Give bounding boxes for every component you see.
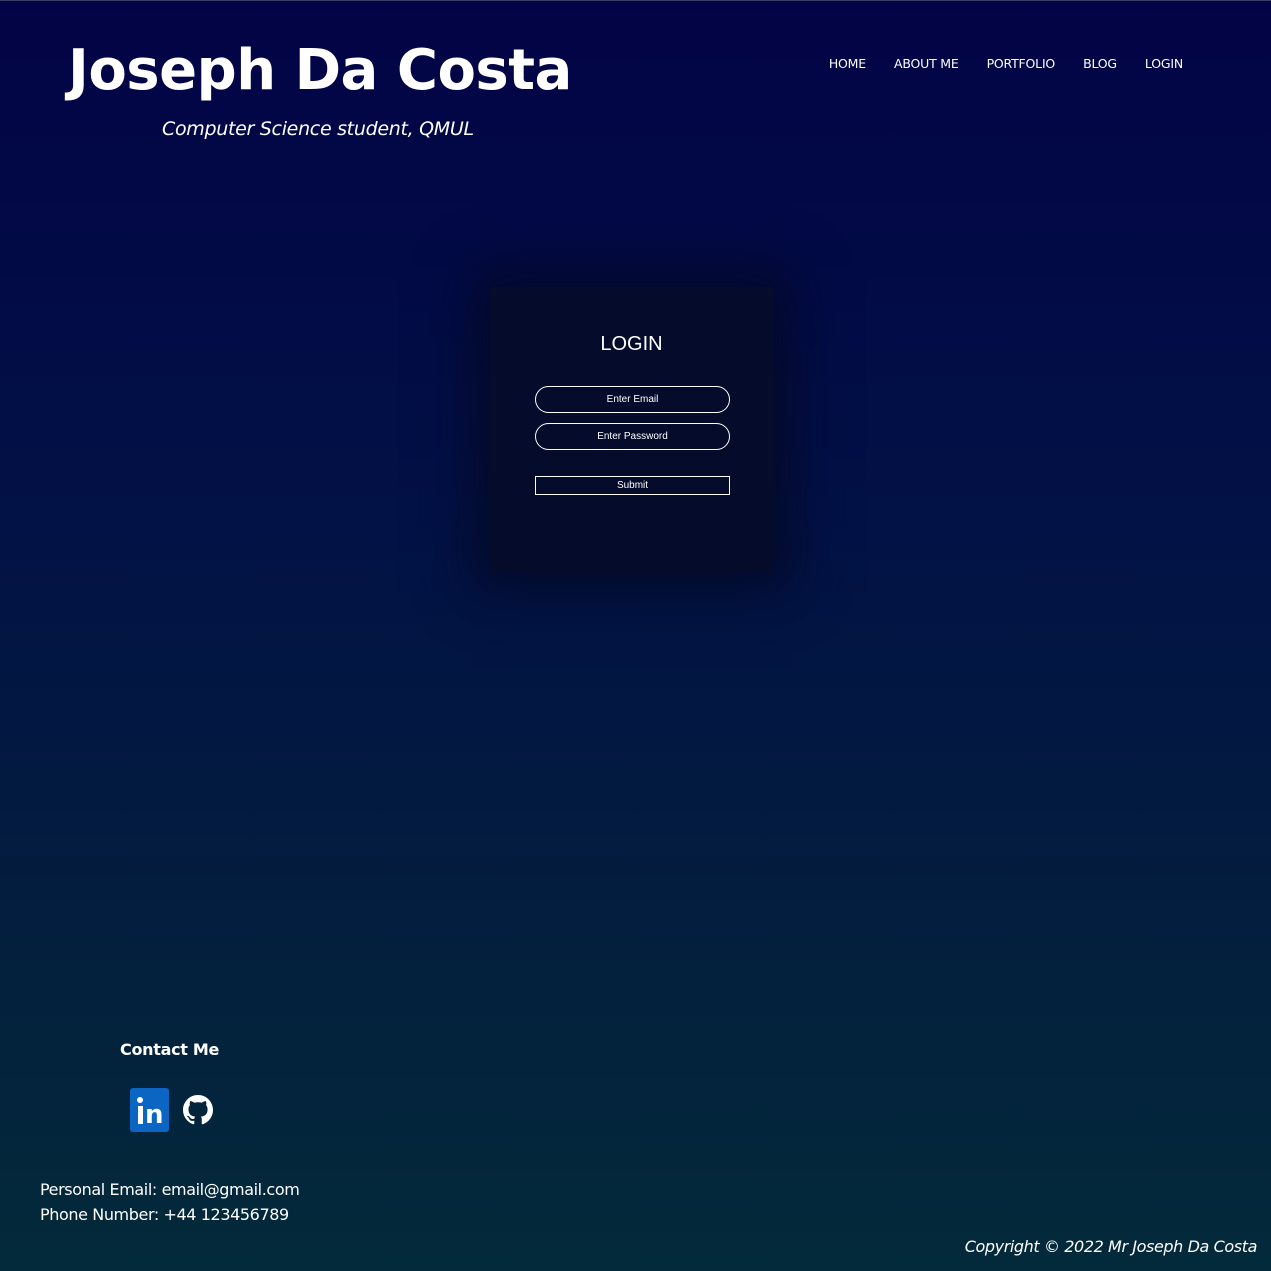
nav-item-login[interactable]: LOGIN xyxy=(1145,56,1183,71)
password-field[interactable] xyxy=(535,423,730,450)
site-title: Joseph Da Costa xyxy=(68,38,572,103)
nav-item-home[interactable]: HOME xyxy=(829,56,866,71)
copyright-notice: Copyright © 2022 Mr Joseph Da Costa xyxy=(964,1237,1258,1256)
linkedin-icon[interactable]: n xyxy=(130,1088,169,1132)
github-icon[interactable] xyxy=(183,1095,213,1125)
linkedin-icon-n: n xyxy=(145,1100,164,1130)
email-field[interactable] xyxy=(535,386,730,413)
page-top-border xyxy=(0,0,1271,1)
github-icon-graphic xyxy=(183,1095,213,1125)
nav-item-blog[interactable]: BLOG xyxy=(1083,56,1117,71)
nav-item-about-me[interactable]: ABOUT ME xyxy=(894,56,959,71)
personal-email: Personal Email: email@gmail.com xyxy=(40,1180,300,1199)
submit-button[interactable]: Submit xyxy=(535,476,730,495)
phone-number: Phone Number: +44 123456789 xyxy=(40,1205,289,1224)
linkedin-icon-stem xyxy=(137,1106,143,1124)
nav-item-portfolio[interactable]: PORTFOLIO xyxy=(987,56,1056,71)
site-subtitle: Computer Science student, QMUL xyxy=(162,118,474,140)
login-heading: LOGIN xyxy=(600,333,663,355)
linkedin-icon-dot xyxy=(137,1097,143,1103)
main-nav: HOME ABOUT ME PORTFOLIO BLOG LOGIN xyxy=(829,56,1183,71)
contact-heading: Contact Me xyxy=(120,1040,220,1059)
